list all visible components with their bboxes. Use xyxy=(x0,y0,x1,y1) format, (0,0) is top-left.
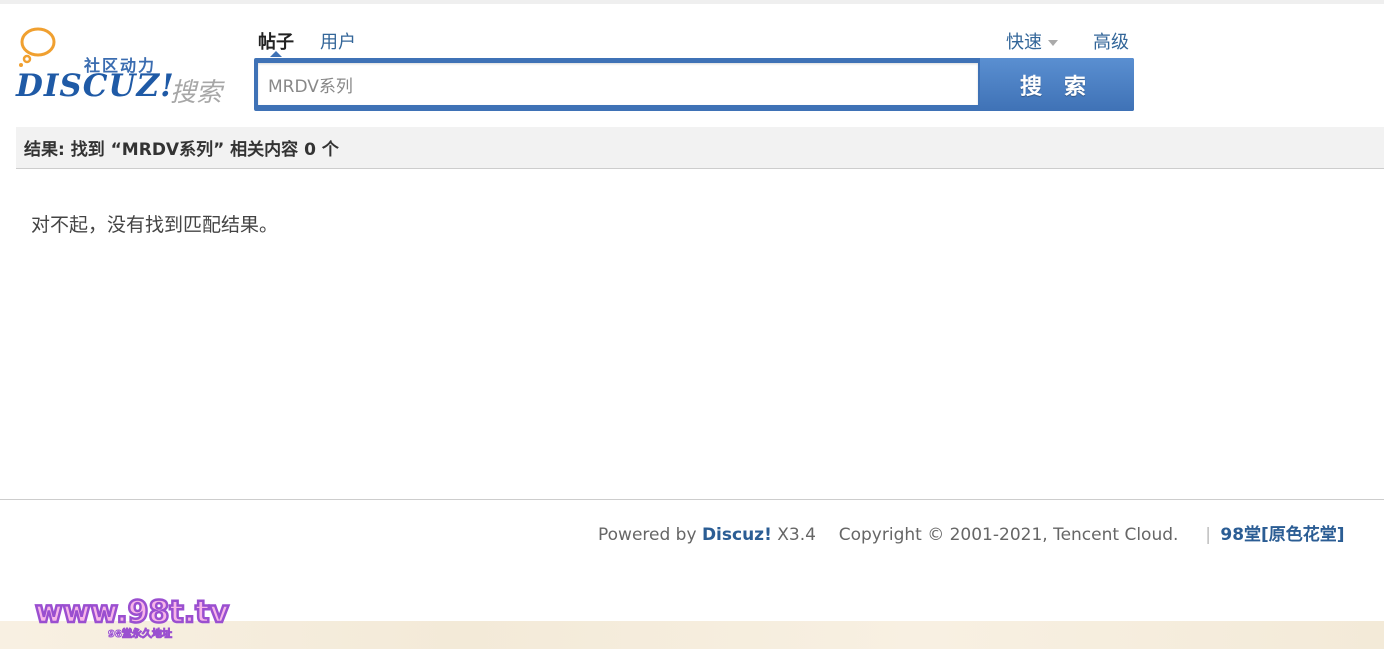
top-border xyxy=(0,0,1384,4)
discuz-link[interactable]: Discuz! xyxy=(702,525,772,545)
version-text: X3.4 xyxy=(777,525,816,545)
search-bar: 搜 索 xyxy=(254,58,1134,111)
no-results-message: 对不起，没有找到匹配结果。 xyxy=(31,214,279,236)
quick-search-dropdown[interactable]: 快速 xyxy=(1006,28,1058,54)
logo-brand: DISCUZ! xyxy=(16,68,175,104)
site-watermark: www.98t.tv 98堂永久地址 xyxy=(34,594,231,641)
caret-down-icon xyxy=(1048,40,1058,46)
chat-bubble-icon xyxy=(19,27,56,67)
discuz-logo[interactable]: 社区动力 DISCUZ! 搜索 xyxy=(14,26,229,108)
result-summary: 结果: 找到 “MRDV系列” 相关内容 0 个 xyxy=(24,140,339,160)
quick-search-label: 快速 xyxy=(1006,32,1042,53)
powered-by-text: Powered by xyxy=(598,525,697,545)
search-button[interactable]: 搜 索 xyxy=(980,58,1134,111)
search-input[interactable] xyxy=(258,63,978,105)
result-summary-bar: 结果: 找到 “MRDV系列” 相关内容 0 个 xyxy=(16,127,1384,169)
site-name-link[interactable]: 98堂[原色花堂] xyxy=(1220,525,1344,545)
copyright-text: Copyright © 2001-2021, Tencent Cloud. xyxy=(838,525,1179,545)
footer-separator: | xyxy=(1205,525,1211,545)
tab-users[interactable]: 用户 xyxy=(320,28,356,54)
watermark-subtitle: 98堂永久地址 xyxy=(108,627,172,640)
active-tab-indicator xyxy=(270,51,282,57)
advanced-search-link[interactable]: 高级 xyxy=(1093,28,1129,54)
logo-search-word: 搜索 xyxy=(170,78,223,108)
footer: Powered by Discuz! X3.4 Copyright © 2001… xyxy=(598,520,1345,545)
watermark-url: www.98t.tv xyxy=(35,595,229,630)
footer-divider xyxy=(0,499,1384,500)
